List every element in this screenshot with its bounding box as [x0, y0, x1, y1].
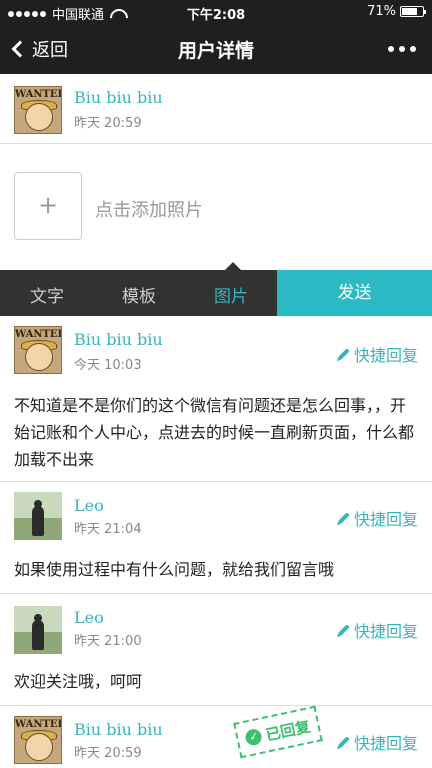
quick-reply-button[interactable]: 快捷回复 [338, 730, 418, 754]
user-name: Leo [74, 496, 104, 515]
nav-bar: 返回 用户详情 [0, 24, 432, 74]
battery-percent: 71% [367, 4, 396, 19]
tab-text[interactable]: 文字 [30, 282, 64, 307]
message-time: 昨天 20:59 [74, 116, 142, 131]
reply-type-tabs: 文字 模板 图片 发送 [0, 262, 432, 316]
replied-stamp-label: 已回复 [263, 716, 312, 744]
avatar[interactable]: WANTED [14, 326, 62, 374]
message-text: 欢迎关注哦，呵呵 [14, 672, 143, 691]
quick-reply-button[interactable]: 快捷回复 [338, 342, 418, 366]
quick-reply-button[interactable]: 快捷回复 [338, 506, 418, 530]
avatar-wanted-text: WANTED [15, 329, 62, 340]
quick-reply-label: 快捷回复 [353, 346, 418, 365]
check-icon: ✓ [244, 727, 264, 747]
tab-image[interactable]: 图片 [214, 282, 248, 307]
user-name: Leo [74, 608, 104, 627]
message-time: 今天 10:03 [74, 358, 142, 373]
avatar[interactable] [14, 606, 62, 654]
page-title: 用户详情 [177, 40, 254, 62]
battery-icon [400, 6, 426, 17]
photo-area: + 点击添加照片 [0, 144, 432, 270]
user-name: Biu biu biu [74, 720, 163, 739]
status-right: 71% [367, 4, 426, 19]
message-time: 昨天 21:00 [74, 634, 142, 649]
pencil-icon [338, 624, 350, 636]
avatar-wanted-text: WANTED [15, 89, 62, 100]
avatar[interactable]: WANTED [14, 86, 62, 134]
avatar[interactable] [14, 492, 62, 540]
more-button[interactable] [388, 46, 416, 52]
message-text: 不知道是不是你们的这个微信有问题还是怎么回事，，开始记账和个人中心，点进去的时候… [14, 396, 415, 469]
status-bar: 中国联通 下午2:08 71% [0, 0, 432, 24]
pencil-icon [338, 512, 350, 524]
list-item: Leo 昨天 21:00 快捷回复 欢迎关注哦，呵呵 [0, 594, 432, 706]
reply-target-message: WANTED Biu biu biu 昨天 20:59 [0, 74, 432, 144]
send-button[interactable]: 发送 [277, 270, 432, 316]
tab-template[interactable]: 模板 [122, 282, 156, 307]
add-photo-label[interactable]: 点击添加照片 [95, 196, 203, 222]
avatar-wanted-text: WANTED [15, 719, 62, 730]
user-name: Biu biu biu [74, 330, 163, 349]
list-item: Leo 昨天 21:04 快捷回复 如果使用过程中有什么问题，就给我们留言哦 [0, 482, 432, 594]
message-text: 如果使用过程中有什么问题，就给我们留言哦 [14, 560, 335, 579]
quick-reply-label: 快捷回复 [353, 734, 418, 753]
avatar[interactable]: WANTED [14, 716, 62, 764]
message-time: 昨天 21:04 [74, 522, 142, 537]
add-photo-button[interactable]: + [14, 172, 82, 240]
quick-reply-label: 快捷回复 [353, 622, 418, 641]
user-name: Biu biu biu [74, 88, 163, 107]
pencil-icon [338, 348, 350, 360]
active-tab-caret [225, 262, 241, 270]
pencil-icon [338, 736, 350, 748]
quick-reply-button[interactable]: 快捷回复 [338, 618, 418, 642]
message-time: 昨天 20:59 [74, 746, 142, 761]
list-item: WANTED Biu biu biu 今天 10:03 快捷回复 不知道是不是你… [0, 316, 432, 482]
list-item: WANTED Biu biu biu 昨天 20:59 快捷回复 [0, 706, 432, 768]
quick-reply-label: 快捷回复 [353, 510, 418, 529]
